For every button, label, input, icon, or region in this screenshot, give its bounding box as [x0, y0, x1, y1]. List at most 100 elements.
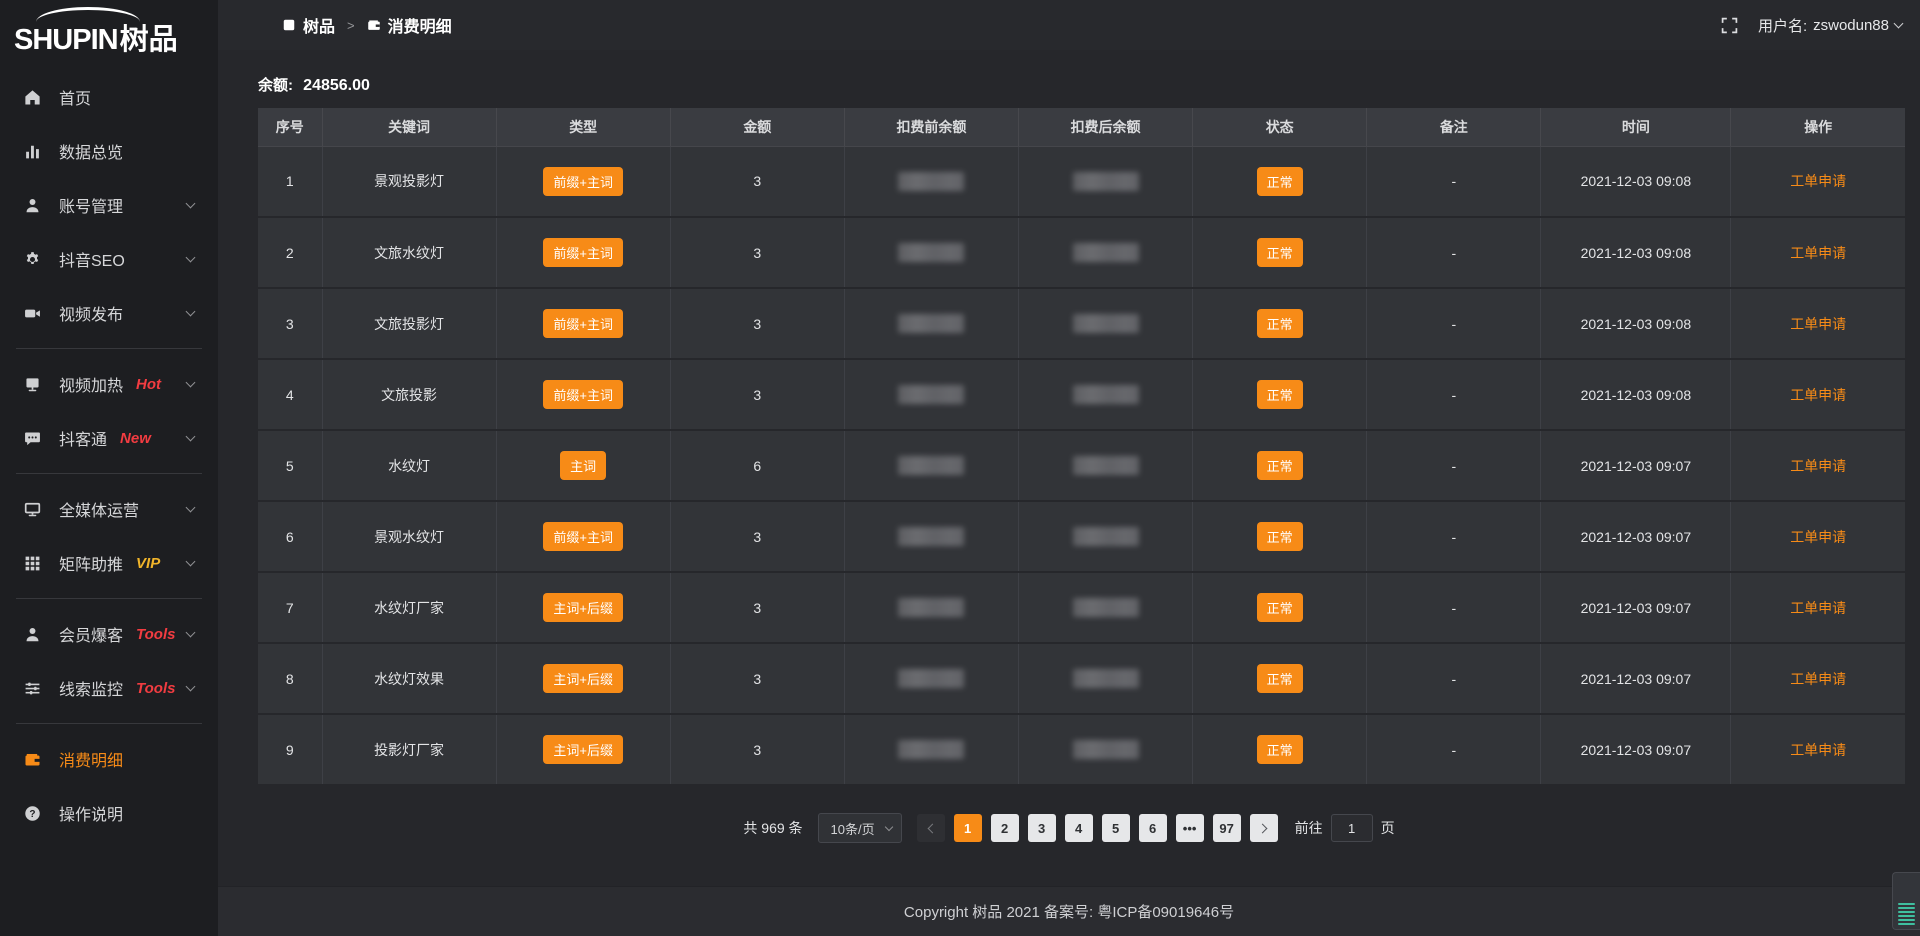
table-row: 9 投影灯厂家 主词+后缀 3 正常 - 2021-12-03 09:07 工单…	[258, 714, 1905, 785]
work-order-link[interactable]: 工单申请	[1790, 173, 1846, 189]
svg-text:?: ?	[29, 808, 35, 819]
cell-keyword: 水纹灯厂家	[322, 572, 496, 643]
cell-amount: 3	[670, 501, 844, 572]
col-type: 类型	[496, 108, 670, 146]
cell-balance-after	[1019, 430, 1193, 501]
sidebar-item-lead-monitoring[interactable]: 线索监控 Tools	[0, 661, 218, 715]
goto-page-input[interactable]	[1331, 814, 1373, 842]
cell-balance-before	[844, 217, 1018, 288]
col-action: 操作	[1731, 108, 1905, 146]
page-button-2[interactable]: 2	[991, 814, 1019, 842]
logo[interactable]: SHUPIN树品	[0, 0, 218, 62]
next-page-button[interactable]	[1250, 814, 1278, 842]
table-row: 1 景观投影灯 前缀+主词 3 正常 - 2021-12-03 09:08 工单…	[258, 146, 1905, 217]
page-button-5[interactable]: 5	[1102, 814, 1130, 842]
main-content: 余额: 24856.00 序号 关键词 类型 金额 扣费前余额 扣费后余额 状态…	[218, 50, 1920, 936]
prev-page-button[interactable]	[917, 814, 945, 842]
table-row: 3 文旅投影灯 前缀+主词 3 正常 - 2021-12-03 09:08 工单…	[258, 288, 1905, 359]
cell-balance-before	[844, 501, 1018, 572]
sidebar-item-member-baoke[interactable]: 会员爆客 Tools	[0, 607, 218, 661]
question-icon: ?	[24, 804, 42, 822]
cell-status: 正常	[1193, 714, 1367, 785]
page-button-6[interactable]: 6	[1139, 814, 1167, 842]
work-order-link[interactable]: 工单申请	[1790, 671, 1846, 687]
page-button-4[interactable]: 4	[1065, 814, 1093, 842]
sidebar-item-label: 会员爆客	[59, 622, 123, 646]
sidebar-item-consumption-details[interactable]: 消费明细	[0, 732, 218, 786]
type-badge: 主词+后缀	[543, 593, 623, 622]
sidebar-item-video-heating[interactable]: 视频加热 Hot	[0, 357, 218, 411]
work-order-link[interactable]: 工单申请	[1790, 600, 1846, 616]
sidebar-item-label: 视频发布	[59, 301, 123, 325]
table-row: 6 景观水纹灯 前缀+主词 3 正常 - 2021-12-03 09:07 工单…	[258, 501, 1905, 572]
cell-amount: 3	[670, 714, 844, 785]
breadcrumb-home[interactable]: 树品	[282, 13, 335, 37]
sidebar-item-douyin-seo[interactable]: 抖音SEO	[0, 232, 218, 286]
table-row: 4 文旅投影 前缀+主词 3 正常 - 2021-12-03 09:08 工单申…	[258, 359, 1905, 430]
cell-amount: 3	[670, 572, 844, 643]
cell-remark: -	[1367, 714, 1541, 785]
cell-time: 2021-12-03 09:07	[1541, 572, 1731, 643]
sidebar-item-home[interactable]: 首页	[0, 70, 218, 124]
hot-badge: Hot	[136, 376, 161, 393]
sidebar-menu: 首页 数据总览 账号管理 抖音SEO 视频发布	[0, 62, 218, 840]
page-button-1[interactable]: 1	[954, 814, 982, 842]
sidebar-divider	[16, 723, 202, 724]
header-right: 用户名: zswodun88	[1721, 15, 1902, 36]
chevron-down-icon	[186, 307, 196, 317]
tools-badge: Tools	[136, 680, 175, 697]
status-badge: 正常	[1257, 522, 1303, 551]
masked-value	[898, 456, 964, 475]
page-size-select[interactable]: 10条/页	[818, 813, 902, 843]
work-order-link[interactable]: 工单申请	[1790, 458, 1846, 474]
cell-time: 2021-12-03 09:07	[1541, 430, 1731, 501]
cell-time: 2021-12-03 09:08	[1541, 288, 1731, 359]
chevron-right-icon	[1257, 823, 1267, 833]
chevron-down-icon	[186, 628, 196, 638]
page-button-3[interactable]: 3	[1028, 814, 1056, 842]
cell-type: 前缀+主词	[496, 501, 670, 572]
more-pages-button[interactable]: •••	[1176, 814, 1204, 842]
masked-value	[898, 598, 964, 617]
work-order-link[interactable]: 工单申请	[1790, 387, 1846, 403]
chat-icon	[24, 429, 42, 447]
cell-action: 工单申请	[1731, 572, 1905, 643]
fullscreen-icon[interactable]	[1721, 17, 1738, 34]
sidebar-item-matrix-boost[interactable]: 矩阵助推 VIP	[0, 536, 218, 590]
sidebar-item-label: 全媒体运营	[59, 497, 139, 521]
work-order-link[interactable]: 工单申请	[1790, 316, 1846, 332]
work-order-link[interactable]: 工单申请	[1790, 529, 1846, 545]
sidebar-item-omnimedia-operation[interactable]: 全媒体运营	[0, 482, 218, 536]
type-badge: 前缀+主词	[543, 309, 623, 338]
cell-status: 正常	[1193, 288, 1367, 359]
cell-index: 4	[258, 359, 322, 430]
cell-action: 工单申请	[1731, 501, 1905, 572]
masked-value	[1073, 243, 1139, 262]
work-order-link[interactable]: 工单申请	[1790, 742, 1846, 758]
consumption-table-wrap: 序号 关键词 类型 金额 扣费前余额 扣费后余额 状态 备注 时间 操作 1 景…	[258, 108, 1905, 786]
sidebar-item-video-publish[interactable]: 视频发布	[0, 286, 218, 340]
cell-index: 5	[258, 430, 322, 501]
home-icon	[24, 88, 42, 106]
table-row: 2 文旅水纹灯 前缀+主词 3 正常 - 2021-12-03 09:08 工单…	[258, 217, 1905, 288]
masked-value	[898, 314, 964, 333]
cell-type: 主词+后缀	[496, 643, 670, 714]
corner-widget[interactable]	[1892, 872, 1920, 930]
user-menu[interactable]: 用户名: zswodun88	[1758, 15, 1902, 36]
cell-type: 前缀+主词	[496, 217, 670, 288]
sidebar-item-instructions[interactable]: ? 操作说明	[0, 786, 218, 840]
cell-amount: 3	[670, 288, 844, 359]
type-badge: 前缀+主词	[543, 238, 623, 267]
breadcrumb-separator: >	[347, 18, 355, 33]
sidebar-item-label: 数据总览	[59, 139, 123, 163]
sidebar-item-douketong[interactable]: 抖客通 New	[0, 411, 218, 465]
sidebar-item-data-overview[interactable]: 数据总览	[0, 124, 218, 178]
copyright-text: Copyright 树品 2021 备案号: 粤ICP备09019646号	[904, 901, 1234, 922]
sidebar-item-account-management[interactable]: 账号管理	[0, 178, 218, 232]
chevron-down-icon	[1894, 18, 1904, 28]
page-button-97[interactable]: 97	[1213, 814, 1241, 842]
cell-remark: -	[1367, 501, 1541, 572]
cell-status: 正常	[1193, 359, 1367, 430]
work-order-link[interactable]: 工单申请	[1790, 245, 1846, 261]
status-badge: 正常	[1257, 309, 1303, 338]
